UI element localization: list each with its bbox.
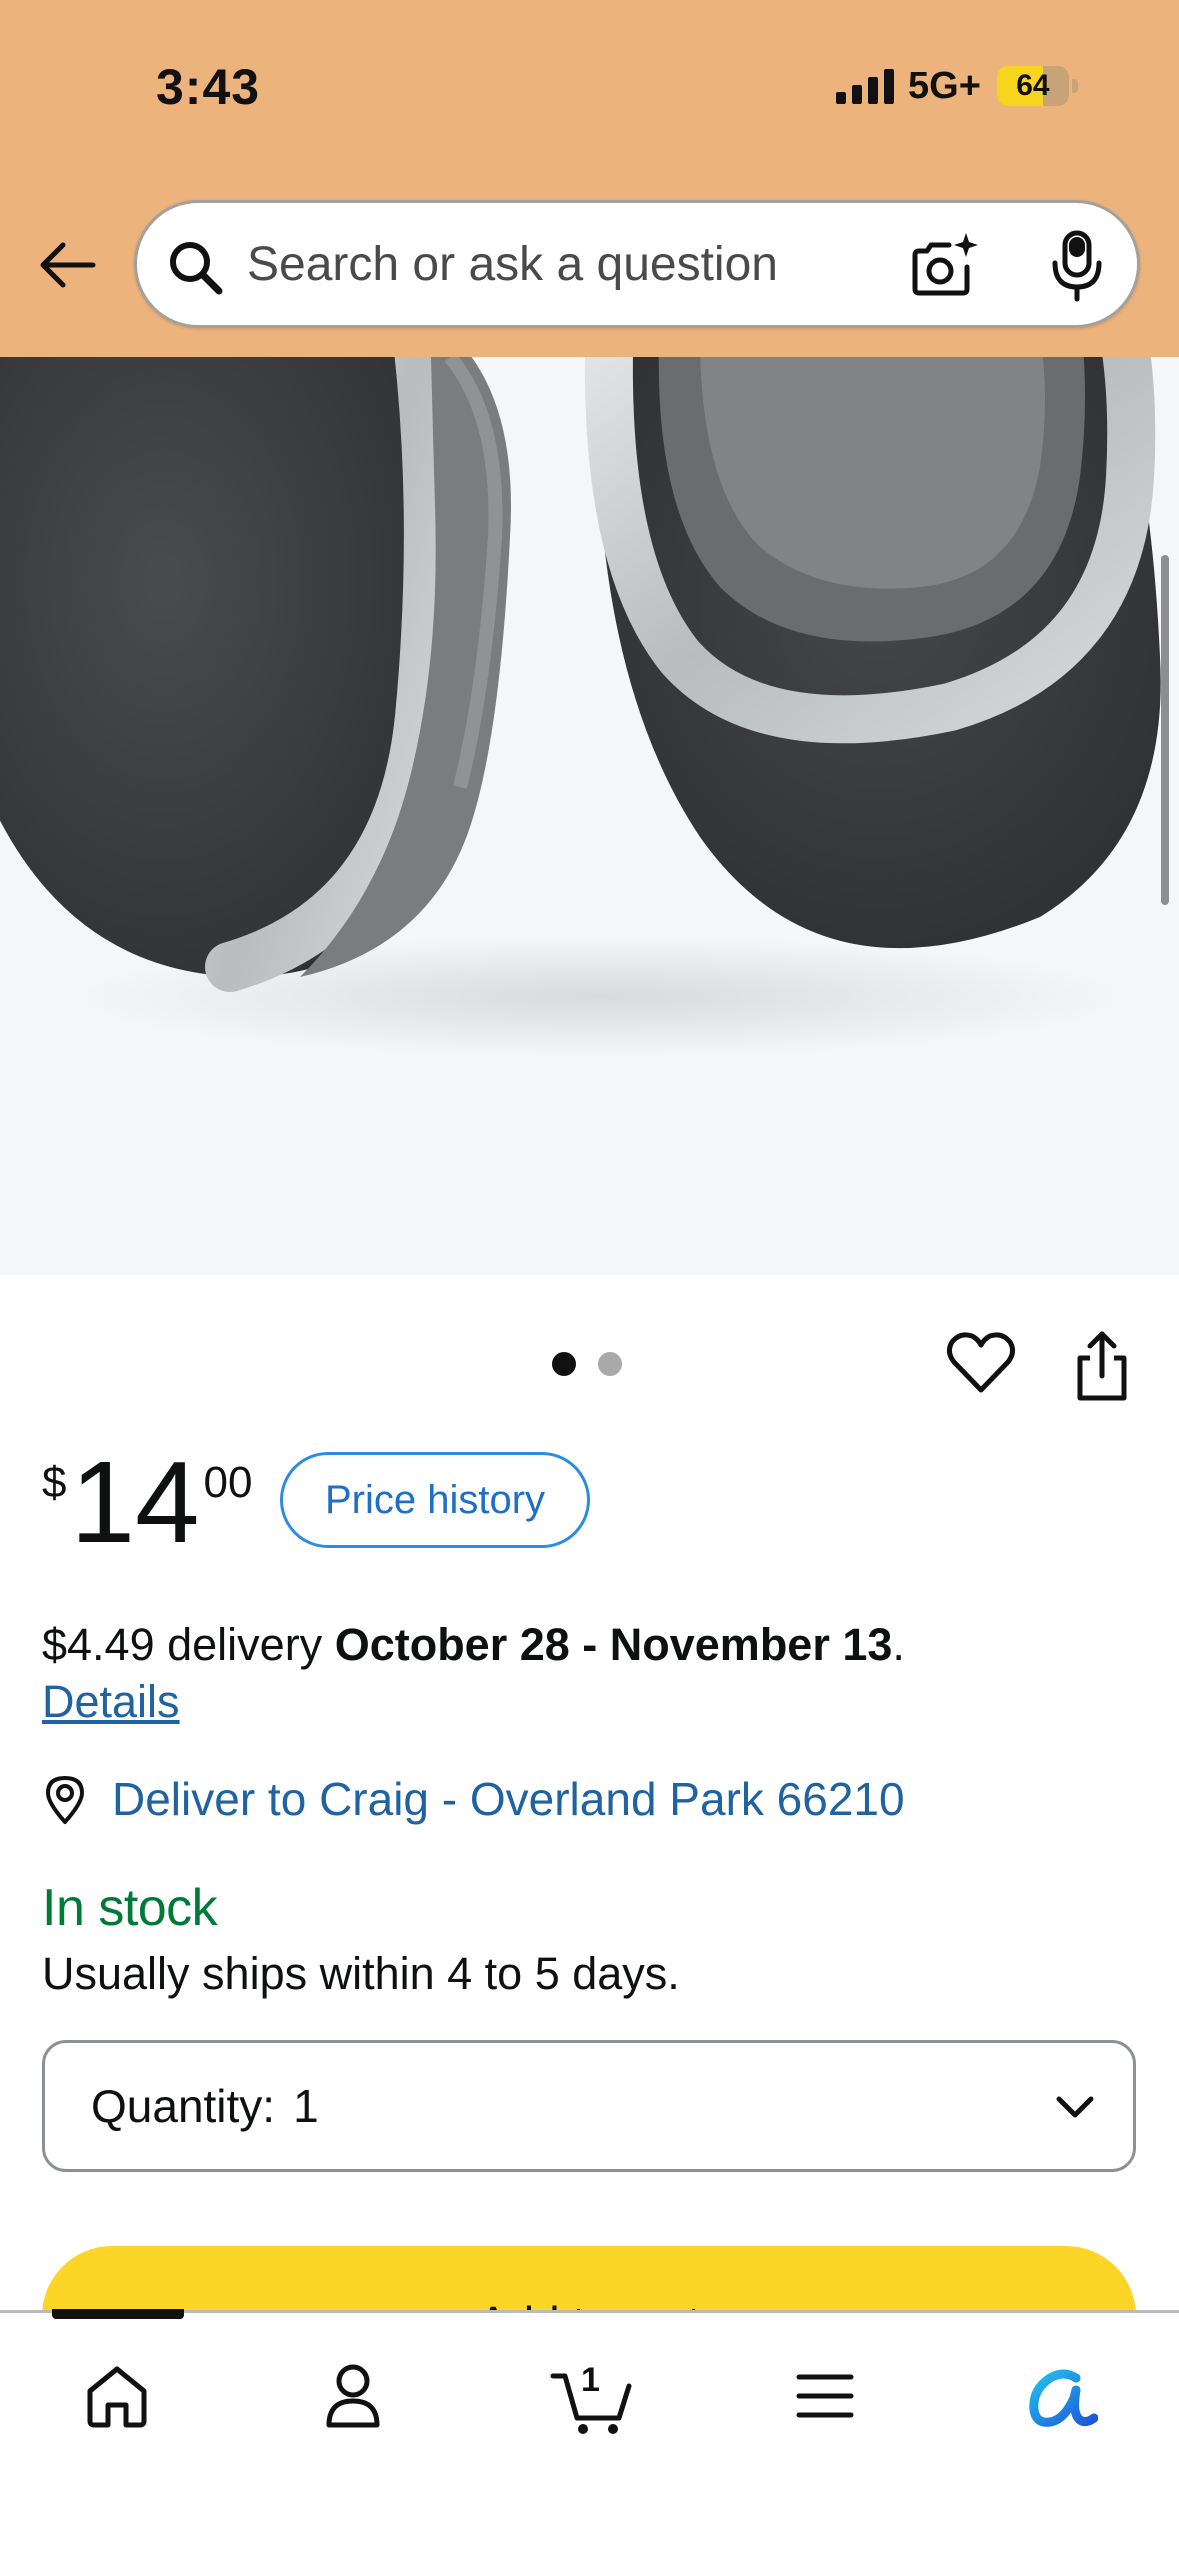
nav-menu[interactable]	[780, 2351, 870, 2441]
battery-level: 64	[1016, 69, 1050, 102]
deliver-to-link[interactable]: Deliver to Craig - Overland Park 66210	[42, 1772, 905, 1826]
nav-active-indicator	[52, 2309, 184, 2319]
delivery-price: $4.49 delivery	[42, 1619, 335, 1670]
menu-icon	[796, 2374, 854, 2418]
signal-icon	[836, 68, 894, 104]
image-dot-1[interactable]	[552, 1352, 576, 1376]
bottom-nav: 1	[0, 2309, 1179, 2556]
home-icon	[87, 2366, 147, 2428]
nav-rufus[interactable]	[1016, 2351, 1106, 2441]
chevron-down-icon	[1056, 2096, 1094, 2118]
quantity-label: Quantity:	[91, 2080, 276, 2132]
status-icons: 5G+ 64	[836, 60, 1078, 112]
price-currency: $	[42, 1458, 67, 1507]
details-link[interactable]: Details	[42, 1676, 180, 1728]
quantity-value: 1	[293, 2080, 319, 2132]
status-time: 3:43	[156, 59, 261, 115]
deliver-to-text: Deliver to Craig - Overland Park 66210	[112, 1773, 905, 1825]
price-history-button[interactable]: Price history	[280, 1452, 590, 1548]
camera-search-icon[interactable]	[909, 231, 981, 303]
nav-cart[interactable]: 1	[546, 2351, 636, 2441]
back-button[interactable]	[30, 228, 104, 302]
nav-home[interactable]	[72, 2351, 162, 2441]
heart-icon[interactable]	[946, 1330, 1016, 1396]
price: $ 14 00	[42, 1440, 252, 1564]
nav-account[interactable]	[308, 2351, 398, 2441]
rufus-ai-icon	[1029, 2369, 1098, 2427]
battery-icon: 64	[996, 66, 1069, 106]
stock-status: In stock	[42, 1879, 218, 1937]
image-dot-2[interactable]	[598, 1352, 622, 1376]
quantity-select[interactable]: Quantity: 1	[42, 2040, 1136, 2172]
shipping-note: Usually ships within 4 to 5 days.	[42, 1948, 680, 1999]
microphone-icon[interactable]	[1045, 229, 1109, 303]
search-input[interactable]	[247, 227, 897, 301]
network-type: 5G+	[908, 64, 981, 107]
header: 3:43 5G+ 64	[0, 0, 1179, 357]
location-pin-icon	[46, 1776, 84, 1824]
search-icon	[170, 242, 223, 295]
share-icon[interactable]	[1072, 1330, 1132, 1402]
price-whole: 14	[70, 1437, 200, 1567]
battery-cap	[1071, 79, 1078, 93]
price-fraction: 00	[203, 1458, 253, 1507]
search-bar[interactable]	[134, 200, 1140, 328]
scroll-indicator[interactable]	[1161, 555, 1169, 905]
delivery-info: $4.49 delivery October 28 - November 13.	[42, 1615, 1142, 1675]
delivery-dates: October 28 - November 13	[334, 1619, 893, 1670]
account-icon	[326, 2364, 380, 2428]
image-pagination[interactable]	[552, 1352, 622, 1376]
earmuff-illustration	[0, 357, 1161, 1057]
cart-count: 1	[581, 2361, 600, 2399]
delivery-period: .	[892, 1619, 905, 1670]
product-image[interactable]	[0, 357, 1179, 1275]
back-arrow-icon	[40, 242, 96, 288]
